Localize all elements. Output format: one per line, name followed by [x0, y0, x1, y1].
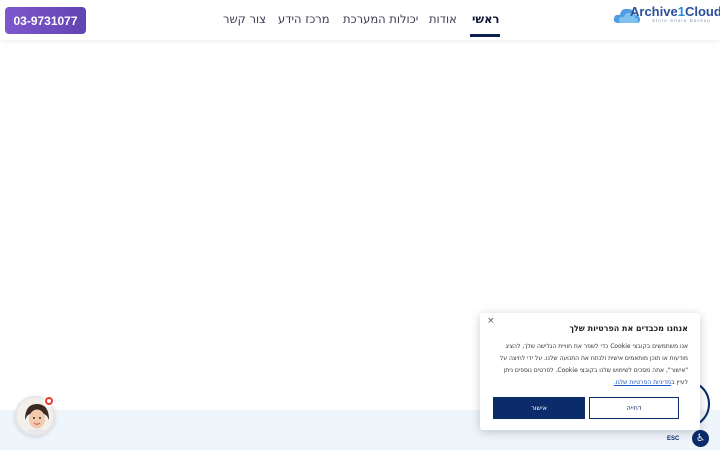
notification-badge: [43, 395, 55, 407]
nav-item-knowledge-center[interactable]: מרכז הידע: [278, 12, 330, 26]
nav-item-contact[interactable]: צור קשר: [223, 12, 266, 26]
accept-cookies-button[interactable]: אישור: [493, 397, 585, 419]
reject-cookies-button[interactable]: דחייה: [589, 397, 679, 419]
nav-item-features[interactable]: יכולות המערכת: [343, 12, 418, 26]
cookie-consent-panel: × אנחנו מכבדים את הפרטיות שלך אנו משתמשי…: [480, 313, 700, 430]
phone-call-button[interactable]: 03-9731077: [5, 7, 86, 34]
privacy-policy-link[interactable]: מדיניות הפרטיות שלנו.: [614, 379, 671, 386]
logo-tagline: Store·Share·Backup: [652, 18, 711, 23]
logo-wordmark: Archive1Cloud: [630, 4, 720, 19]
cookie-title: אנחנו מכבדים את הפרטיות שלך: [569, 324, 688, 333]
active-nav-underline: [470, 34, 500, 37]
cookie-body-text: אנו משתמשים בקובצי Cookie כדי לשפר את חו…: [492, 341, 688, 389]
nav-item-home[interactable]: ראשי: [472, 12, 499, 26]
esc-label: ESC: [667, 436, 680, 442]
site-header: 03-9731077 ראשי אודות יכולות המערכת מרכז…: [0, 0, 720, 40]
accessibility-icon[interactable]: ♿: [692, 430, 709, 447]
nav-item-about[interactable]: אודות: [429, 12, 457, 26]
close-icon[interactable]: ×: [487, 316, 495, 326]
